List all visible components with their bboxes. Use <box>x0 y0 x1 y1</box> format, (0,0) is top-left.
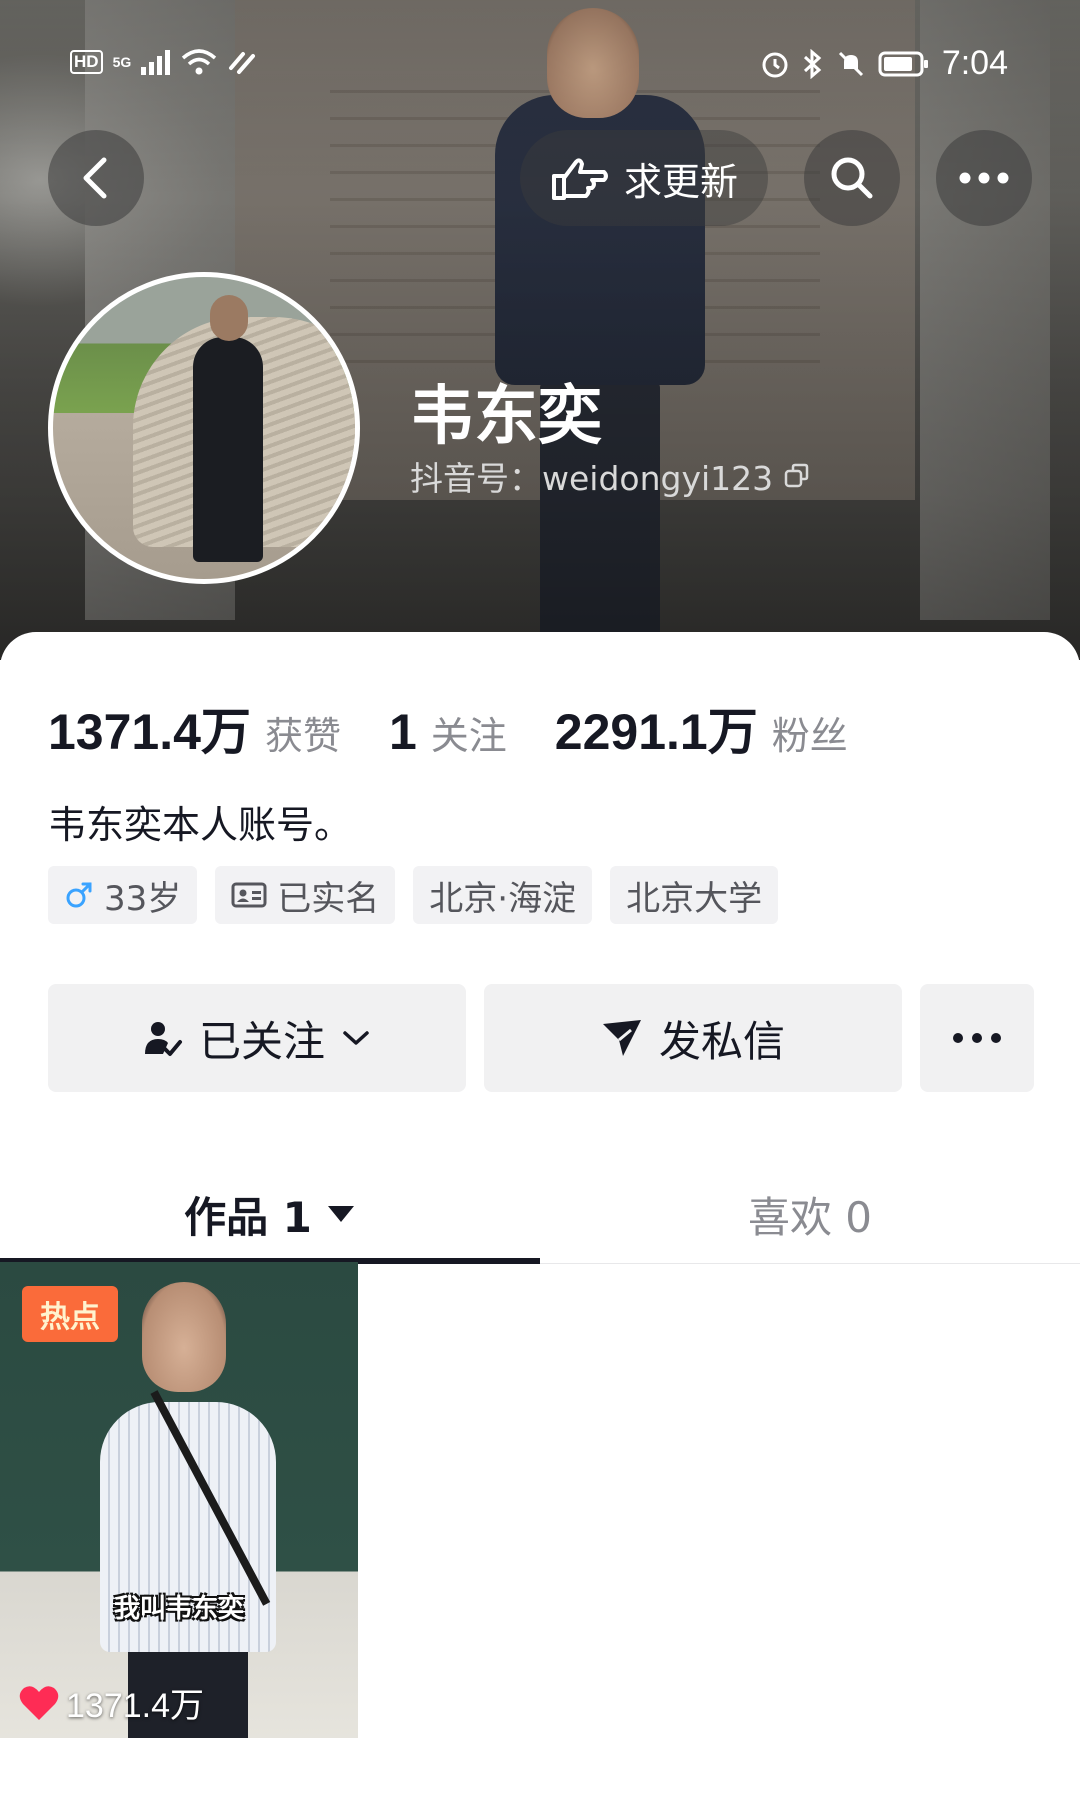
nfc-icon <box>229 52 256 74</box>
following-label[interactable]: 关注 <box>431 705 507 760</box>
battery-icon <box>878 51 928 76</box>
tab-works[interactable]: 作品 1 <box>0 1164 540 1264</box>
more-actions-button[interactable] <box>920 984 1034 1092</box>
profile-name: 韦东奕 <box>410 380 602 454</box>
id-card-icon <box>231 882 267 908</box>
age-label: 33岁 <box>104 878 182 919</box>
tab-likes[interactable]: 喜欢 0 <box>540 1164 1080 1264</box>
bluetooth-icon <box>803 48 822 79</box>
send-message-button[interactable]: 发私信 <box>484 984 902 1092</box>
hot-badge: 热点 <box>22 1286 118 1342</box>
video-caption: 我叫韦东奕 <box>114 1594 245 1624</box>
male-icon <box>66 882 92 908</box>
more-icon <box>959 172 1009 184</box>
school-tag[interactable]: 北京大学 <box>610 866 779 924</box>
bio: 韦东奕本人账号。 <box>48 803 353 847</box>
age-tag: 33岁 <box>48 866 198 924</box>
following-button-label: 已关注 <box>198 1016 325 1066</box>
school-label: 北京大学 <box>626 878 763 919</box>
chevron-down-icon <box>343 1031 369 1045</box>
hd-badge: HD <box>70 50 103 74</box>
verified-tag: 已实名 <box>215 866 396 924</box>
send-icon <box>602 1020 641 1056</box>
search-button[interactable] <box>804 130 900 226</box>
network-type: 5G <box>112 54 132 70</box>
following-button[interactable]: 已关注 <box>48 984 466 1092</box>
alarm-icon <box>762 52 788 77</box>
more-options-button[interactable] <box>936 130 1032 226</box>
pointing-hand-icon <box>551 158 608 200</box>
likes-count[interactable]: 1371.4万 <box>48 692 251 764</box>
following-count[interactable]: 1 <box>389 703 417 761</box>
location-label: 北京·海淀 <box>429 878 577 919</box>
stats-row: 1371.4万 获赞 1 关注 2291.1万 粉丝 <box>48 692 896 764</box>
verified-label: 已实名 <box>277 878 380 919</box>
followers-count[interactable]: 2291.1万 <box>555 692 758 764</box>
more-icon <box>953 1033 1001 1043</box>
clock: 7:04 <box>941 44 1008 82</box>
status-bar: HD 5G 7:04 <box>0 40 1080 92</box>
copy-icon[interactable] <box>783 462 811 490</box>
tab-works-label: 作品 1 <box>184 1192 312 1242</box>
douyin-id-row[interactable]: 抖音号：weidongyi123 <box>410 452 811 500</box>
request-update-button[interactable]: 求更新 <box>520 130 768 226</box>
back-icon <box>83 157 107 199</box>
caret-down-icon <box>327 1206 354 1222</box>
profile-tags: 33岁 已实名 北京·海淀 北京大学 <box>48 866 779 924</box>
followers-label[interactable]: 粉丝 <box>772 705 848 760</box>
action-buttons: 已关注 发私信 <box>48 984 1034 1092</box>
avatar[interactable] <box>48 272 360 584</box>
tab-likes-label: 喜欢 0 <box>747 1192 873 1242</box>
mute-icon <box>838 51 863 76</box>
video-like-count-label: 1371.4万 <box>66 1687 204 1725</box>
search-icon <box>831 157 873 199</box>
request-update-label: 求更新 <box>623 159 738 204</box>
wifi-icon <box>182 49 217 75</box>
douyin-id: 抖音号：weidongyi123 <box>410 459 774 498</box>
signal-icon <box>141 50 171 75</box>
video-thumbnail[interactable]: 热点 我叫韦东奕 1371.4万 <box>0 1262 358 1738</box>
back-button[interactable] <box>48 130 144 226</box>
video-like-count: 1371.4万 <box>18 1678 204 1727</box>
heart-icon <box>19 1685 59 1720</box>
location-tag[interactable]: 北京·海淀 <box>413 866 593 924</box>
likes-label[interactable]: 获赞 <box>265 705 341 760</box>
content-tabs: 作品 1 喜欢 0 <box>0 1164 1080 1264</box>
user-check-icon <box>144 1022 182 1056</box>
send-message-label: 发私信 <box>658 1016 785 1066</box>
